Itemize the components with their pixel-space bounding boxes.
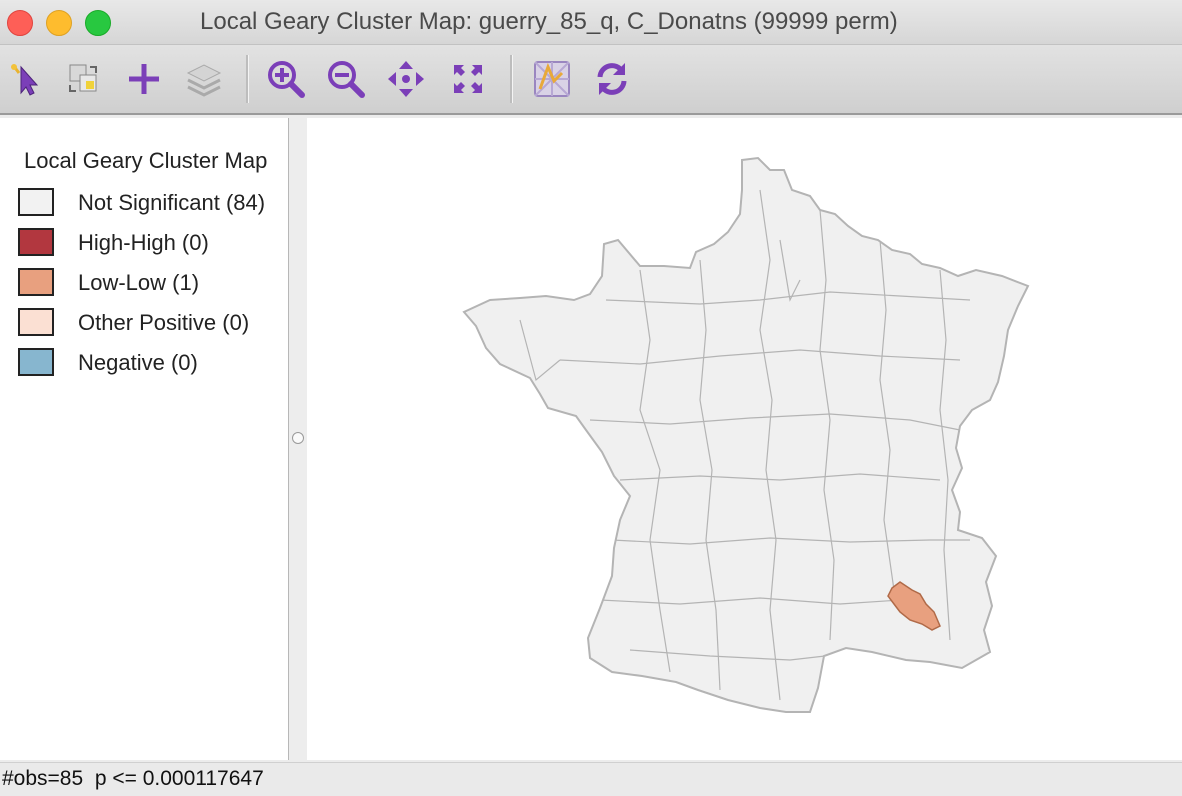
add-layer-icon[interactable]: [124, 59, 164, 99]
maximize-window-button[interactable]: [85, 10, 111, 36]
status-bar: #obs=85 p <= 0.000117647: [0, 762, 1182, 796]
pan-icon[interactable]: [386, 59, 426, 99]
legend-label: Negative (0): [78, 350, 198, 375]
splitter-handle[interactable]: [292, 432, 304, 444]
legend-swatch: [18, 228, 54, 256]
map-canvas[interactable]: [307, 118, 1182, 760]
legend-label: High-High (0): [78, 230, 209, 255]
legend-swatch: [18, 268, 54, 296]
full-extent-icon[interactable]: [448, 59, 488, 99]
france-departments-map: [462, 156, 1030, 713]
legend-panel: Local Geary Cluster Map Not Significant …: [0, 118, 289, 760]
legend-label: Low-Low (1): [78, 270, 200, 295]
status-text: #obs=85 p <= 0.000117647: [2, 767, 264, 790]
legend-title: Local Geary Cluster Map: [24, 148, 268, 173]
layers-stack-icon[interactable]: [184, 59, 224, 99]
legend-swatch: [18, 188, 54, 216]
basemap-icon[interactable]: [532, 59, 572, 99]
minimize-window-button[interactable]: [46, 10, 72, 36]
close-window-button[interactable]: [7, 10, 33, 36]
legend-label: Not Significant (84): [78, 190, 266, 215]
refresh-icon[interactable]: [592, 59, 632, 99]
zoom-out-icon[interactable]: [326, 59, 366, 99]
panel-splitter[interactable]: [289, 118, 307, 760]
toolbar: [0, 45, 1182, 115]
layer-switch-icon[interactable]: [64, 59, 104, 99]
window-title: Local Geary Cluster Map: guerry_85_q, C_…: [200, 8, 898, 35]
title-bar: Local Geary Cluster Map: guerry_85_q, C_…: [0, 0, 1182, 45]
zoom-in-icon[interactable]: [266, 59, 306, 99]
select-pointer-icon[interactable]: [6, 59, 46, 99]
legend-label: Other Positive (0): [78, 310, 250, 335]
legend-swatch: [18, 308, 54, 336]
legend-swatch: [18, 348, 54, 376]
